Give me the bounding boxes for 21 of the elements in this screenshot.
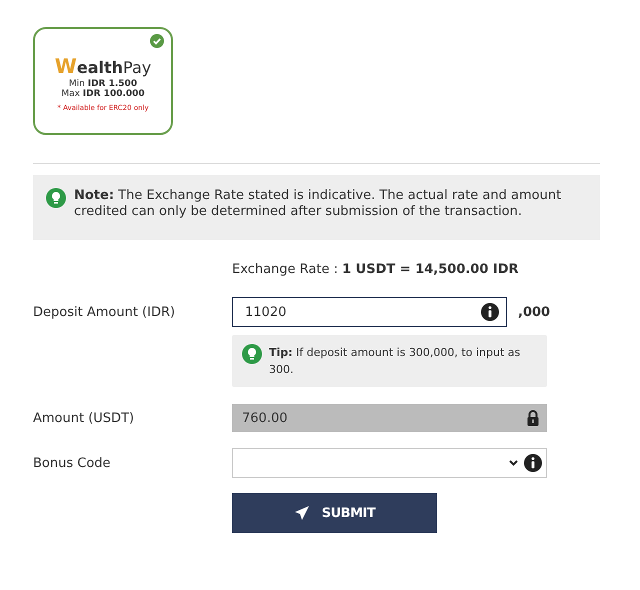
note-text: Note: The Exchange Rate stated is indicative. The actual rate and amount credited can only be determined after submission of the transaction. xyxy=(74,188,562,221)
lightbulb-icon xyxy=(242,344,262,364)
checkmark-icon xyxy=(150,34,164,48)
brand-logo: WealthPay xyxy=(54,55,152,79)
lock-icon xyxy=(527,410,539,426)
min-amount: Min IDR 1.500 xyxy=(68,79,138,89)
chevron-down-icon xyxy=(509,460,518,466)
exchange-rate: Exchange Rate : 1 USDT = 14,500.00 IDR xyxy=(232,262,520,277)
max-amount: Max IDR 100.000 xyxy=(61,89,145,99)
field-label: Bonus Code xyxy=(33,456,112,470)
amount-suffix: ,000 xyxy=(518,304,550,320)
field-label: Amount (USDT) xyxy=(33,410,136,426)
field-label: Deposit Amount (IDR) xyxy=(33,304,176,320)
lightbulb-icon xyxy=(46,188,66,208)
bonus-code-dropdown[interactable] xyxy=(232,448,547,478)
send-icon xyxy=(294,505,310,521)
info-icon[interactable] xyxy=(524,454,542,472)
submit-button[interactable]: SUBMIT xyxy=(232,493,437,533)
deposit-amount-field[interactable]: 11020 xyxy=(232,297,507,327)
info-icon[interactable] xyxy=(481,303,499,321)
tip-text: Tip: If deposit amount is 300,000, to input as 300. xyxy=(269,345,522,378)
